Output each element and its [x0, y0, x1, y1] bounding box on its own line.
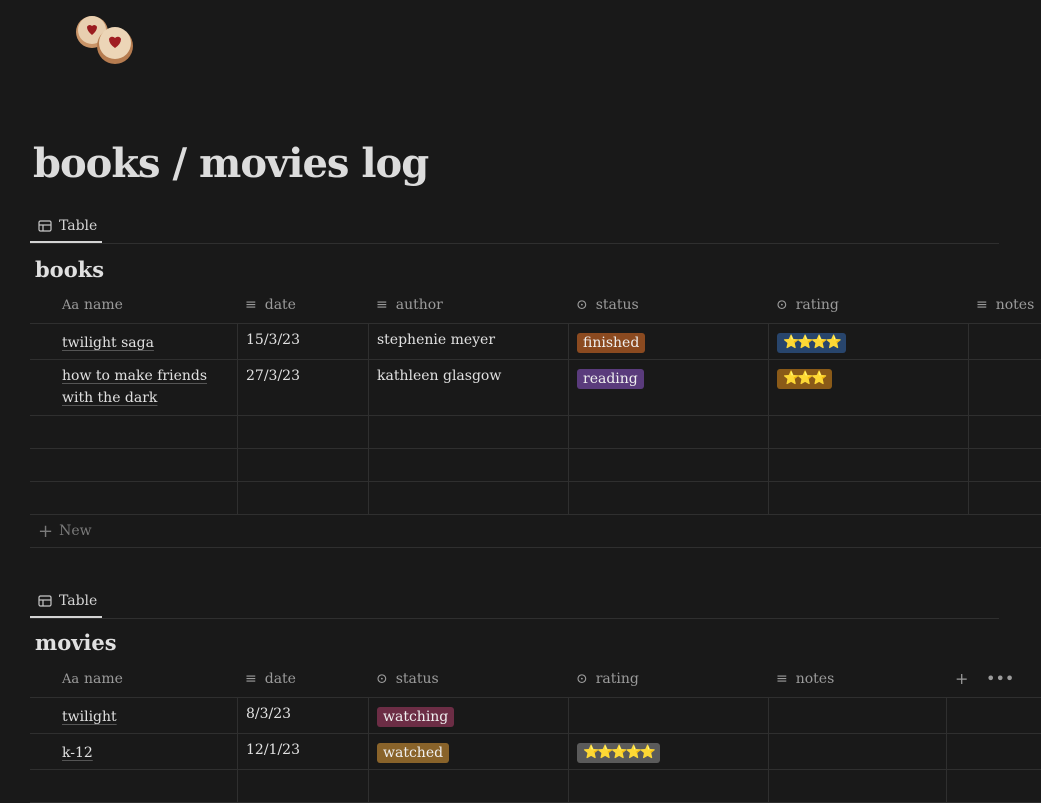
row-name[interactable]: twilight saga	[62, 335, 154, 351]
table-row[interactable]: k-12 12/1/23 watched ⭐⭐⭐⭐⭐	[30, 734, 1041, 770]
table-header: Aa name ≡ date ≡ author ⊙ status ⊙ rating ≡ n…	[30, 287, 1041, 324]
empty-row[interactable]	[30, 482, 1041, 515]
page-title: books / movies log	[33, 140, 429, 187]
rating-badge: ⭐⭐⭐⭐⭐	[577, 743, 660, 763]
row-date[interactable]: 15/3/23	[237, 324, 368, 359]
status-badge: watching	[377, 707, 455, 727]
row-name[interactable]: how to make friends with the dark	[62, 368, 207, 406]
col-header-date[interactable]: ≡ date	[237, 287, 368, 323]
select-icon: ⊙	[576, 671, 588, 687]
status-badge: finished	[577, 333, 646, 353]
table-row[interactable]: twilight 8/3/23 watching	[30, 698, 1041, 734]
movies-view-tabs: Table	[30, 585, 999, 619]
row-name[interactable]: twilight	[62, 709, 117, 725]
rating-badge: ⭐⭐⭐	[777, 369, 832, 389]
col-header-rating[interactable]: ⊙ rating	[768, 287, 968, 323]
col-header-status[interactable]: ⊙ status	[568, 287, 768, 323]
row-rating[interactable]	[568, 698, 768, 733]
row-date[interactable]: 12/1/23	[237, 734, 368, 769]
empty-row[interactable]	[30, 770, 1041, 803]
row-notes[interactable]	[968, 360, 1041, 415]
row-author[interactable]: kathleen glasgow	[368, 360, 568, 415]
text-type-icon: Aa	[62, 297, 80, 313]
movies-table: Aa name ≡ date ⊙ status ⊙ rating ≡ notes + •…	[30, 661, 1041, 803]
col-header-rating[interactable]: ⊙ rating	[568, 661, 768, 697]
plus-icon: +	[38, 520, 54, 542]
select-icon: ⊙	[576, 297, 588, 313]
books-table: Aa name ≡ date ≡ author ⊙ status ⊙ rating ≡ n…	[30, 287, 1041, 548]
empty-row[interactable]	[30, 449, 1041, 482]
col-header-author[interactable]: ≡ author	[368, 287, 568, 323]
select-icon: ⊙	[376, 671, 388, 687]
new-row-button[interactable]: + New	[30, 515, 1041, 548]
table-header: Aa name ≡ date ⊙ status ⊙ rating ≡ notes + •…	[30, 661, 1041, 698]
status-badge: watched	[377, 743, 450, 763]
empty-row[interactable]	[30, 416, 1041, 449]
movies-title[interactable]: movies	[35, 630, 117, 655]
row-notes[interactable]	[768, 698, 946, 733]
row-author[interactable]: stephenie meyer	[368, 324, 568, 359]
row-notes[interactable]	[768, 734, 946, 769]
books-view-tabs: Table	[30, 210, 999, 244]
row-date[interactable]: 8/3/23	[237, 698, 368, 733]
select-icon: ⊙	[776, 297, 788, 313]
col-header-name[interactable]: Aa name	[30, 287, 237, 323]
table-icon	[38, 594, 52, 607]
tab-label: Table	[59, 217, 98, 234]
text-type-icon: Aa	[62, 671, 80, 687]
row-notes[interactable]	[968, 324, 1041, 359]
add-column-button[interactable]: +	[955, 669, 968, 688]
row-name[interactable]: k-12	[62, 745, 93, 761]
col-header-date[interactable]: ≡ date	[237, 661, 368, 697]
tab-table-movies[interactable]: Table	[30, 585, 102, 618]
table-icon	[38, 219, 52, 232]
lines-icon: ≡	[245, 671, 257, 687]
books-title[interactable]: books	[35, 257, 104, 282]
lines-icon: ≡	[776, 671, 788, 687]
tab-table-books[interactable]: Table	[30, 210, 102, 243]
lines-icon: ≡	[245, 297, 257, 313]
table-row[interactable]: twilight saga 15/3/23 stephenie meyer fi…	[30, 324, 1041, 360]
row-date[interactable]: 27/3/23	[237, 360, 368, 415]
col-header-notes[interactable]: ≡ notes	[968, 287, 1041, 323]
col-header-status[interactable]: ⊙ status	[368, 661, 568, 697]
tab-label: Table	[59, 592, 98, 609]
status-badge: reading	[577, 369, 644, 389]
col-header-name[interactable]: Aa name	[30, 661, 237, 697]
cookie-icon[interactable]	[70, 10, 140, 70]
table-row[interactable]: how to make friends with the dark 27/3/2…	[30, 360, 1041, 416]
lines-icon: ≡	[376, 297, 388, 313]
lines-icon: ≡	[976, 297, 988, 313]
rating-badge: ⭐⭐⭐⭐	[777, 333, 846, 353]
more-options-icon[interactable]: •••	[986, 669, 1014, 688]
col-header-notes[interactable]: ≡ notes	[768, 661, 938, 697]
